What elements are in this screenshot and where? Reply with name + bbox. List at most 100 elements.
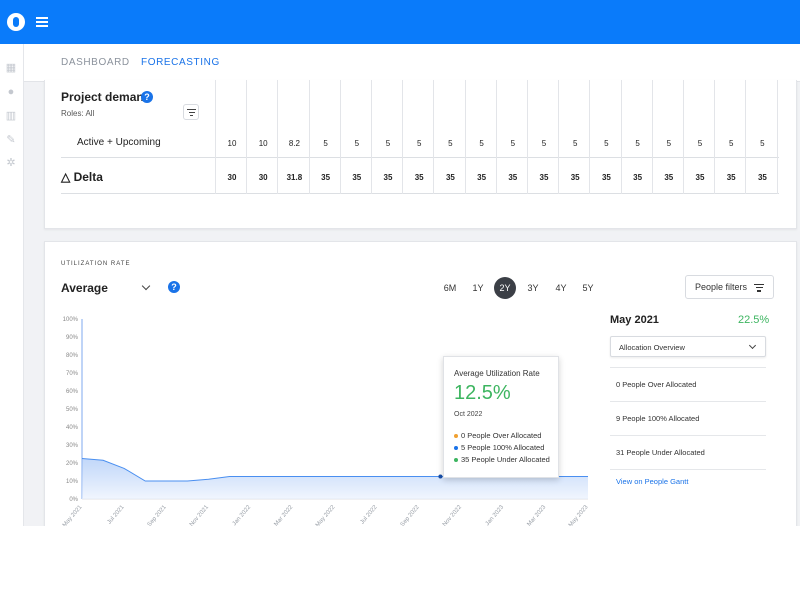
delta-cell: 35 (352, 173, 362, 182)
column-divider (308, 80, 310, 194)
tooltip-item-over: 0 People Over Allocated (454, 431, 541, 440)
column-divider (402, 80, 404, 194)
active-upcoming-cell: 5 (760, 139, 765, 148)
y-tick-label: 70% (66, 371, 79, 377)
column-divider (558, 80, 560, 194)
x-tick-label: Nov 2021 (189, 504, 211, 526)
x-tick-label: Nov 2022 (442, 504, 464, 526)
y-tick-label: 40% (66, 425, 79, 431)
dashboard-grid-icon[interactable]: ▦ (5, 62, 17, 74)
active-upcoming-cell: 10 (227, 139, 237, 148)
active-upcoming-cell: 5 (572, 139, 578, 148)
tab-forecasting[interactable]: FORECASTING (141, 57, 220, 68)
active-upcoming-cell: 5 (416, 139, 422, 148)
tooltip-item-under: 35 People Under Allocated (454, 455, 550, 464)
column-divider (371, 80, 372, 194)
column-divider (683, 80, 684, 194)
filter-icon (187, 109, 196, 116)
over-allocated-text: 0 People Over Allocated (616, 380, 697, 389)
people-filters-label: People filters (695, 282, 748, 292)
chart-tooltip: Average Utilization Rate 12.5% Oct 2022 … (443, 356, 559, 478)
active-upcoming-cell: 5 (385, 139, 391, 148)
active-upcoming-cell: 5 (697, 139, 703, 148)
active-upcoming-cell: 5 (666, 139, 672, 148)
x-tick-label: Mar 2022 (273, 504, 294, 526)
y-tick-label: 10% (66, 479, 79, 485)
roles-filter-button[interactable] (183, 104, 199, 120)
row-label-active-upcoming: Active + Upcoming (77, 137, 161, 148)
x-tick-label: Sep 2022 (400, 504, 422, 526)
column-divider (714, 80, 716, 194)
top-bar (0, 0, 800, 44)
column-divider (651, 80, 653, 194)
active-upcoming-cell: 5 (604, 139, 609, 148)
row-divider (610, 435, 766, 436)
hamburger-menu-icon[interactable] (36, 17, 48, 27)
person-icon[interactable]: ● (5, 86, 17, 98)
active-upcoming-cell: 5 (479, 139, 484, 148)
active-upcoming-cell: 5 (728, 139, 734, 148)
active-upcoming-cell: 5 (323, 139, 328, 148)
selected-month-percent: 22.5% (738, 314, 770, 326)
help-icon[interactable]: ? (141, 91, 153, 103)
tab-dashboard[interactable]: DASHBOARD (61, 57, 130, 68)
people-filters-button[interactable]: People filters (685, 275, 774, 299)
gear-icon[interactable]: ✲ (5, 157, 17, 169)
y-tick-label: 20% (66, 461, 79, 467)
y-tick-label: 90% (66, 335, 79, 341)
logo-icon[interactable] (7, 13, 25, 31)
active-upcoming-cell: 5 (510, 139, 516, 148)
column-divider (776, 80, 778, 194)
delta-cell: 35 (539, 173, 549, 182)
x-tick-label: Sep 2021 (147, 504, 169, 526)
tooltip-value: 12.5% (454, 382, 511, 404)
active-upcoming-cell: 5 (541, 139, 547, 148)
people-gantt-link[interactable]: View on People Gantt (616, 477, 688, 486)
column-divider (495, 80, 497, 194)
delta-cell: 35 (601, 173, 611, 182)
under-allocated-text: 31 People Under Allocated (616, 448, 705, 457)
active-upcoming-cell: 10 (258, 139, 268, 148)
tooltip-date: Oct 2022 (454, 411, 483, 418)
row-divider (61, 193, 779, 194)
orange-dot-icon (454, 434, 458, 439)
tooltip-title: Average Utilization Rate (454, 369, 540, 378)
building-icon[interactable]: ▥ (5, 110, 17, 122)
column-divider (277, 80, 279, 194)
y-tick-label: 60% (66, 389, 79, 395)
delta-cell: 31.8 (286, 173, 303, 182)
row-divider (610, 469, 766, 470)
tooltip-item-label: 5 People 100% Allocated (461, 443, 545, 452)
column-divider (527, 80, 528, 194)
delta-cell: 35 (414, 173, 424, 182)
x-tick-label: Mar 2023 (526, 504, 547, 526)
column-divider (246, 80, 248, 194)
allocation-select-label: Allocation Overview (619, 343, 685, 352)
highlight-point (438, 474, 443, 479)
row-divider (610, 367, 766, 368)
app-window: ▦ ● ▥ ✎ ✲ DASHBOARD FORECASTING Project … (0, 0, 800, 526)
y-tick-label: 30% (66, 443, 79, 449)
active-upcoming-cell: 8.2 (288, 139, 300, 148)
delta-cell: 35 (321, 173, 331, 182)
x-tick-label: Jul 2022 (360, 504, 380, 526)
filter-icon (754, 284, 764, 292)
chevron-down-icon (748, 341, 757, 350)
x-tick-label: May 2021 (62, 504, 84, 526)
tab-bar: DASHBOARD FORECASTING (24, 44, 800, 82)
sidebar: ▦ ● ▥ ✎ ✲ (0, 44, 24, 526)
delta-cell: 35 (633, 173, 643, 182)
x-tick-label: Jul 2021 (107, 504, 127, 526)
project-demand-title: Project demand (61, 90, 152, 104)
active-upcoming-cell: 5 (635, 139, 640, 148)
delta-cell: 35 (726, 173, 736, 182)
utilization-card: UTILIZATION RATE Average ? 6M 1Y 2Y 3Y 4… (44, 241, 797, 526)
delta-cell: 30 (258, 173, 268, 182)
active-upcoming-cell: 5 (448, 139, 453, 148)
wrench-icon[interactable]: ✎ (5, 134, 17, 146)
active-upcoming-cell: 5 (354, 139, 360, 148)
row-divider (610, 401, 766, 402)
allocation-overview-select[interactable]: Allocation Overview (610, 336, 766, 357)
column-divider (589, 80, 591, 194)
column-divider (215, 80, 216, 194)
